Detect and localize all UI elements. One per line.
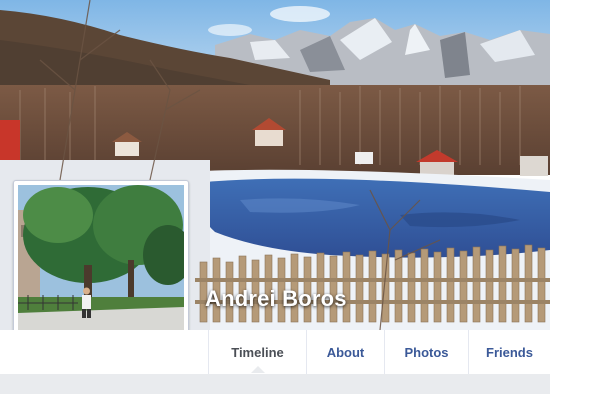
profile-picture-image [18, 185, 184, 351]
tab-friends[interactable]: Friends [468, 330, 550, 374]
profile-nav-bar: Timeline About Photos Friends [0, 330, 550, 375]
active-tab-caret [251, 366, 265, 373]
tab-about[interactable]: About [306, 330, 384, 374]
profile-page: Andrei Boros Timeline About Photos Frien… [0, 0, 600, 400]
tab-photos[interactable]: Photos [384, 330, 468, 374]
profile-name[interactable]: Andrei Boros [205, 286, 347, 312]
content-area-top [0, 374, 550, 394]
